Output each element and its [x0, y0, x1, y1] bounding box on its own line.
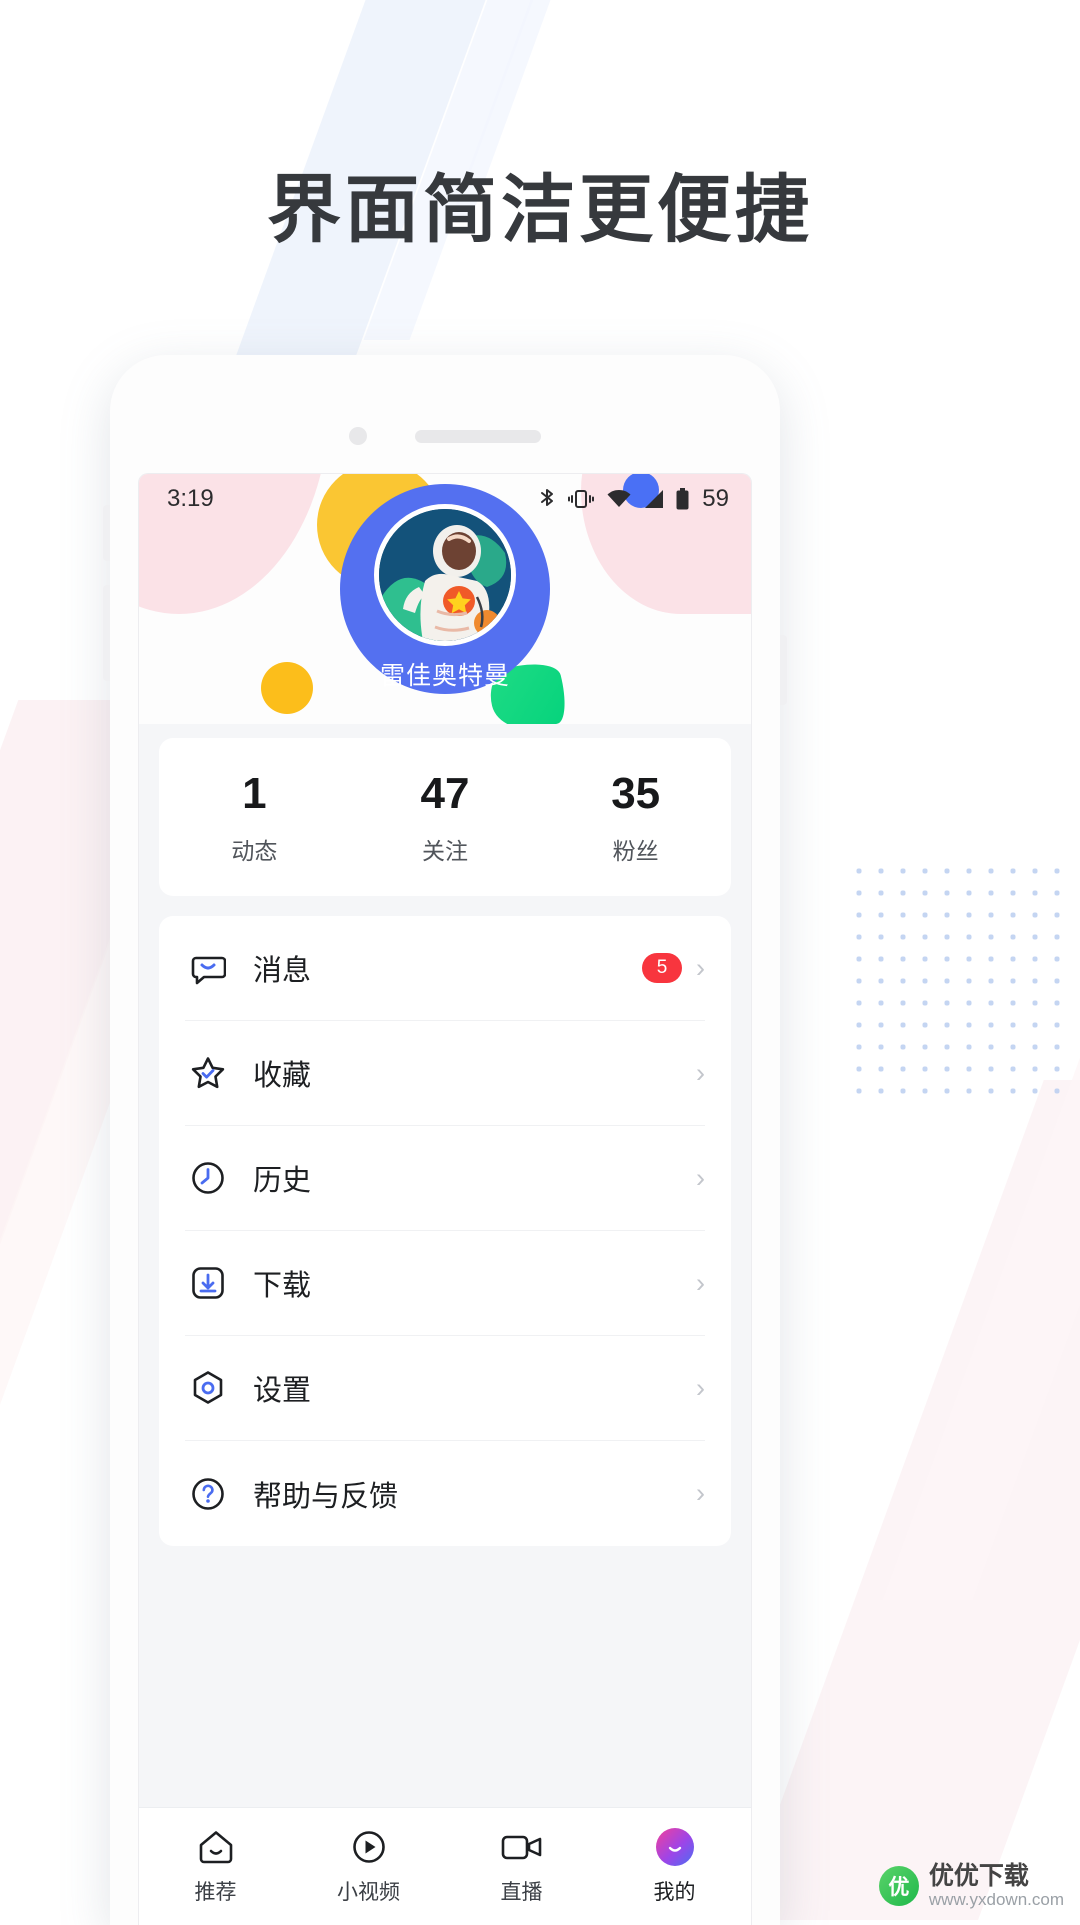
status-bar: 3:19 59 [139, 474, 751, 524]
watermark: 优 优优下载 www.yxdown.com [878, 1861, 1064, 1910]
front-camera-icon [349, 427, 367, 445]
profile-avatar-icon [598, 1827, 751, 1867]
menu-item-settings[interactable]: 设置 › [185, 1336, 705, 1441]
chevron-right-icon: › [696, 1162, 705, 1193]
help-icon [185, 1476, 231, 1512]
menu-item-label: 设置 [253, 1375, 312, 1407]
tab-label: 我的 [653, 1881, 696, 1904]
download-icon [185, 1265, 231, 1301]
avatar-image [374, 504, 516, 646]
watermark-logo-icon: 优 [878, 1865, 919, 1906]
tab-label: 小视频 [337, 1881, 400, 1904]
menu-item-label: 帮助与反馈 [253, 1480, 399, 1513]
menu-item-history[interactable]: 历史 › [185, 1126, 705, 1231]
stats-card: 1 动态 47 关注 35 粉丝 [159, 738, 731, 896]
stat-label: 动态 [231, 838, 278, 864]
menu-item-downloads[interactable]: 下载 › [185, 1231, 705, 1336]
stat-label: 粉丝 [612, 838, 659, 864]
tab-label: 推荐 [194, 1881, 237, 1904]
status-badge: 5 [642, 953, 682, 983]
page-title: 界面简洁更便捷 [267, 168, 813, 251]
phone-volume-down-button [103, 585, 110, 681]
menu-item-favorites[interactable]: 收藏 › [185, 1021, 705, 1126]
status-time: 3:19 [167, 485, 214, 512]
username-label: 雷佳奥特曼 [379, 662, 510, 690]
star-icon [185, 1055, 231, 1091]
phone-power-button [780, 635, 787, 705]
battery-icon [676, 488, 689, 510]
menu-item-messages[interactable]: 消息 5 › [185, 916, 705, 1021]
menu-item-label: 消息 [253, 955, 312, 987]
chevron-right-icon: › [696, 1267, 705, 1298]
chevron-right-icon: › [696, 952, 705, 983]
history-icon [185, 1160, 231, 1196]
watermark-url: www.yxdown.com [928, 1890, 1064, 1910]
menu-item-label: 历史 [253, 1165, 312, 1197]
video-camera-icon [445, 1827, 598, 1867]
stat-value: 1 [242, 769, 267, 818]
stat-followers[interactable]: 35 粉丝 [540, 772, 731, 866]
decor-blob-yellow-small [261, 662, 313, 714]
message-icon [185, 950, 231, 986]
earpiece-speaker [415, 429, 541, 443]
cellular-signal-icon [643, 489, 665, 509]
tab-mine[interactable]: 我的 [598, 1827, 751, 1906]
settings-icon [185, 1370, 231, 1406]
phone-screen: 3:19 59 雷佳奥特曼 1 动态 47 关注 35 粉丝 消息 5 › 收藏… [138, 473, 752, 1925]
bg-dot-grid [848, 860, 1068, 1110]
wifi-icon [606, 489, 632, 509]
bottom-navigation: 推荐 小视频 直播 我的 [139, 1807, 751, 1925]
watermark-title: 优优下载 [928, 1861, 1029, 1890]
menu-item-label: 下载 [253, 1270, 312, 1302]
stat-value: 35 [611, 769, 661, 818]
tab-short-video[interactable]: 小视频 [292, 1827, 445, 1906]
phone-mockup: 3:19 59 雷佳奥特曼 1 动态 47 关注 35 粉丝 消息 5 › 收藏… [103, 355, 787, 1925]
tab-live[interactable]: 直播 [445, 1827, 598, 1906]
stat-label: 关注 [422, 838, 468, 864]
chevron-right-icon: › [696, 1057, 705, 1088]
battery-percent-label: 59 [702, 485, 729, 512]
play-circle-icon [292, 1827, 445, 1867]
bluetooth-icon [538, 487, 556, 511]
menu-card: 消息 5 › 收藏 › 历史 › 下载 › 设置 › 帮助与反馈 › [159, 916, 731, 1546]
stat-following[interactable]: 47 关注 [350, 772, 541, 866]
chevron-right-icon: › [696, 1478, 705, 1508]
phone-notch [110, 427, 780, 445]
home-icon [139, 1827, 292, 1867]
chevron-right-icon: › [696, 1372, 705, 1403]
menu-item-label: 收藏 [253, 1060, 312, 1092]
vibrate-icon [567, 488, 595, 510]
stat-value: 47 [420, 769, 470, 818]
menu-item-help-feedback[interactable]: 帮助与反馈 › [185, 1441, 705, 1546]
tab-recommend[interactable]: 推荐 [139, 1827, 292, 1906]
phone-volume-up-button [103, 505, 110, 561]
tab-label: 直播 [500, 1881, 543, 1904]
stat-moments[interactable]: 1 动态 [159, 772, 350, 866]
profile-header: 3:19 59 雷佳奥特曼 [139, 474, 751, 724]
